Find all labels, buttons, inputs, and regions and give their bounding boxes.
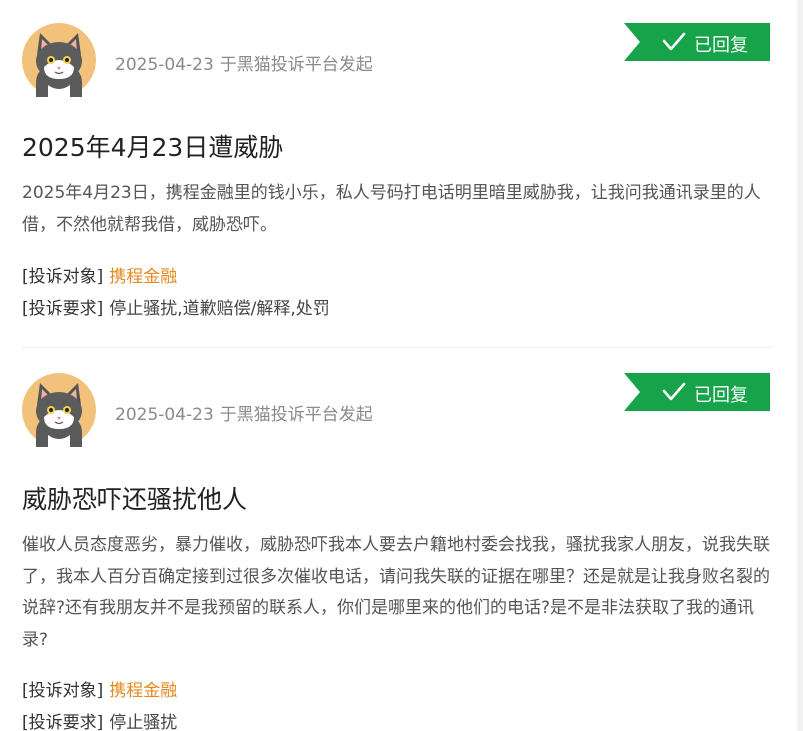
complaint-demand-row: [投诉要求] 停止骚扰,道歉赔偿/解释,处罚 — [22, 294, 330, 319]
complaint-demand-value: 停止骚扰 — [109, 713, 178, 731]
complaint-demand-value: 停止骚扰,道歉赔偿/解释,处罚 — [109, 299, 330, 319]
card-divider — [22, 347, 772, 348]
complaint-demand-label: [投诉要求] — [22, 713, 104, 731]
status-badge[interactable]: 已回复 — [624, 23, 770, 61]
complaint-card[interactable]: 2025-04-23 于黑猫投诉平台发起 已回复 威胁恐吓还骚扰他人 催收人员态度… — [22, 350, 772, 731]
complaint-card[interactable]: 2025-04-23 于黑猫投诉平台发起 已回复 2025年4月23日遭威胁 20… — [22, 0, 772, 347]
complaint-title[interactable]: 2025年4月23日遭威胁 — [22, 128, 283, 164]
complaint-meta: 2025-04-23 于黑猫投诉平台发起 — [115, 400, 373, 425]
status-badge-label: 已回复 — [694, 385, 748, 406]
cat-avatar-icon[interactable] — [22, 23, 96, 97]
complaint-demand-label: [投诉要求] — [22, 299, 104, 319]
complaint-date: 2025-04-23 — [115, 405, 214, 425]
cat-avatar-icon[interactable] — [22, 373, 96, 447]
complaint-description: 2025年4月23日，携程金融里的钱小乐，私人号码打电话明里暗里威胁我，让我问我… — [22, 183, 761, 235]
complaint-target-row: [投诉对象] 携程金融 — [22, 676, 177, 701]
complaint-target-link[interactable]: 携程金融 — [109, 681, 177, 701]
status-badge-label: 已回复 — [694, 35, 748, 56]
page-scrollbar-track[interactable] — [797, 0, 803, 731]
complaint-target-label: [投诉对象] — [22, 267, 104, 287]
complaint-target-link[interactable]: 携程金融 — [109, 267, 177, 287]
complaint-target-row: [投诉对象] 携程金融 — [22, 262, 177, 287]
complaint-source: 于黑猫投诉平台发起 — [219, 405, 373, 425]
complaint-source: 于黑猫投诉平台发起 — [219, 55, 373, 75]
status-badge[interactable]: 已回复 — [624, 373, 770, 411]
complaint-description: 催收人员态度恶劣，暴力催收，威胁恐吓我本人要去户籍地村委会找我，骚扰我家人朋友，… — [22, 535, 770, 650]
complaint-meta: 2025-04-23 于黑猫投诉平台发起 — [115, 50, 373, 75]
complaint-list-page: 2025-04-23 于黑猫投诉平台发起 已回复 2025年4月23日遭威胁 20… — [0, 0, 803, 731]
complaint-demand-row: [投诉要求] 停止骚扰 — [22, 708, 177, 731]
complaint-date: 2025-04-23 — [115, 55, 214, 75]
complaint-target-label: [投诉对象] — [22, 681, 104, 701]
complaint-title[interactable]: 威胁恐吓还骚扰他人 — [22, 480, 247, 516]
